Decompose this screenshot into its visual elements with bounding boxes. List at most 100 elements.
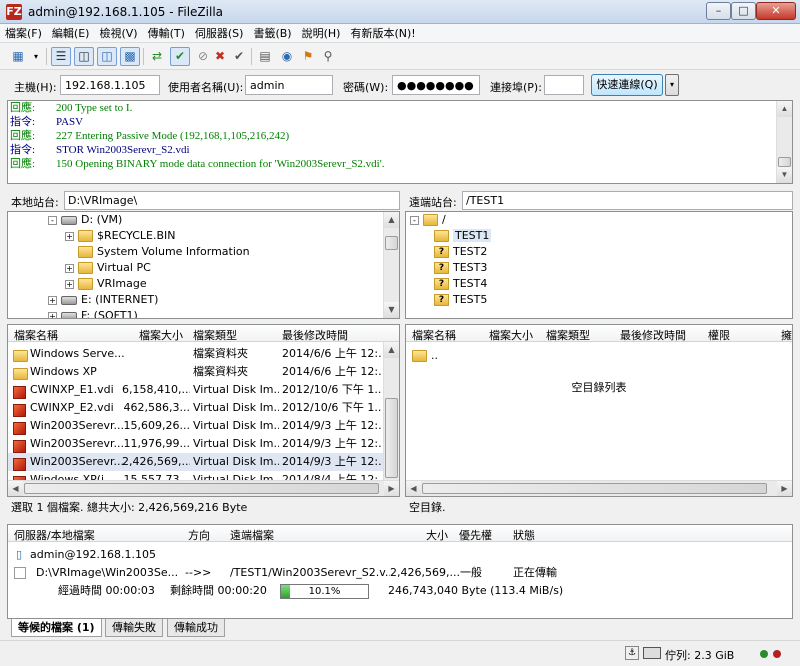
quickconnect-button[interactable]: 快速連線(Q) <box>591 74 663 96</box>
tree-item-test5[interactable]: ? TEST5 <box>434 292 487 308</box>
col-direction[interactable]: 方向 <box>188 527 210 543</box>
tab-queued-files[interactable]: 等候的檔案 (1) <box>11 619 102 637</box>
col-permissions[interactable]: 權限 <box>708 327 730 343</box>
local-file-row[interactable]: CWINXP_E2.vdi 462,586,3... Virtual Disk Im… <box>8 399 383 417</box>
scroll-up-icon[interactable]: ▲ <box>384 212 399 228</box>
scroll-thumb[interactable] <box>385 236 398 250</box>
menu-server[interactable]: 伺服器(S) <box>190 24 249 43</box>
scroll-left-icon[interactable]: ◀ <box>8 481 23 496</box>
col-modified[interactable]: 最後修改時間 <box>282 327 348 343</box>
queue-server-row[interactable]: ▯ admin@192.168.1.105 <box>8 546 792 564</box>
tree-item-e-drive[interactable]: + E: (INTERNET) <box>48 292 158 308</box>
local-file-row[interactable]: Windows XP 檔案資料夾 2014/6/6 上午 12:... <box>8 363 383 381</box>
scroll-down-icon[interactable]: ▼ <box>777 167 792 183</box>
remote-path-input[interactable]: /TEST1 <box>462 191 793 210</box>
local-file-row[interactable]: Win2003Serevr... 2,426,569,... Virtual Dis… <box>8 453 383 471</box>
expand-icon[interactable]: + <box>48 295 57 305</box>
message-log[interactable]: 回應: 200 Type set to I. 指令: PASV 回應: 227 Ent… <box>7 100 793 184</box>
local-file-row[interactable]: CWINXP_E1.vdi 6,158,410,... Virtual Disk I… <box>8 381 383 399</box>
remote-directory-tree[interactable]: - / TEST1 ? TEST2 ? TEST3 ? TEST4 ? TEST5 <box>405 211 793 319</box>
menu-view[interactable]: 檢視(V) <box>94 24 142 43</box>
port-input[interactable] <box>544 75 584 95</box>
local-directory-tree[interactable]: - D: (VM) + $RECYCLE.BIN System Volume Inf… <box>7 211 400 319</box>
tree-item-d-drive[interactable]: - D: (VM) <box>48 212 122 228</box>
tree-item-recycle-bin[interactable]: + $RECYCLE.BIN <box>65 228 175 244</box>
disconnect-icon[interactable]: ✖ <box>210 47 230 66</box>
local-tree-scrollbar[interactable]: ▲ ▼ <box>383 212 399 318</box>
password-input[interactable] <box>392 75 480 95</box>
transfer-queue[interactable]: 伺服器/本地檔案 方向 遠端檔案 大小 優先權 狀態 ▯ admin@192.1… <box>7 524 793 619</box>
col-filesize[interactable]: 檔案大小 <box>489 327 533 343</box>
menu-help[interactable]: 說明(H) <box>297 24 346 43</box>
col-status[interactable]: 狀態 <box>513 527 535 543</box>
host-input[interactable] <box>60 75 160 95</box>
username-input[interactable] <box>245 75 333 95</box>
local-list-scrollbar[interactable]: ▲ <box>383 342 399 480</box>
queue-item-row[interactable]: D:\VRImage\Win2003Se... -->> /TEST1/Win2… <box>8 564 792 582</box>
col-filename[interactable]: 檔案名稱 <box>14 327 58 343</box>
col-owner[interactable]: 擁 <box>781 327 792 343</box>
local-path-input[interactable]: D:\VRImage\ <box>64 191 400 210</box>
sync-browsing-icon[interactable]: ⚑ <box>298 47 318 66</box>
scroll-left-icon[interactable]: ◀ <box>406 481 421 496</box>
minimize-button[interactable]: – <box>706 2 731 20</box>
reconnect-icon[interactable]: ✔ <box>229 47 249 66</box>
menu-new-version[interactable]: 有新版本(N)! <box>345 24 420 43</box>
menu-bookmarks[interactable]: 書籤(B) <box>248 24 296 43</box>
tab-failed-transfers[interactable]: 傳輸失敗 <box>105 619 163 637</box>
col-priority[interactable]: 優先權 <box>459 527 492 543</box>
local-file-row[interactable]: Win2003Serevr... 11,976,99... Virtual Disk… <box>8 435 383 453</box>
local-file-row[interactable]: Windows Serve... 檔案資料夾 2014/6/6 上午 12:... <box>8 345 383 363</box>
expand-icon[interactable]: + <box>65 279 74 289</box>
tree-item-root[interactable]: - / <box>410 212 446 228</box>
directory-compare-icon[interactable]: ▤ <box>255 47 275 66</box>
col-filesize[interactable]: 檔案大小 <box>139 327 183 343</box>
col-modified[interactable]: 最後修改時間 <box>620 327 686 343</box>
tab-successful-transfers[interactable]: 傳輸成功 <box>167 619 225 637</box>
scroll-thumb[interactable] <box>778 157 791 167</box>
tree-item-system-volume[interactable]: System Volume Information <box>78 244 250 260</box>
scroll-up-icon[interactable]: ▲ <box>777 101 792 117</box>
remote-list-hscrollbar[interactable]: ◀ ▶ <box>406 480 792 496</box>
filter-icon[interactable]: ◉ <box>277 47 297 66</box>
scroll-right-icon[interactable]: ▶ <box>777 481 792 496</box>
scroll-right-icon[interactable]: ▶ <box>384 481 399 496</box>
menu-file[interactable]: 檔案(F) <box>0 24 47 43</box>
log-scrollbar[interactable]: ▲ ▼ <box>776 101 792 183</box>
toggle-local-tree-icon[interactable]: ◫ <box>74 47 94 66</box>
local-file-list[interactable]: 檔案名稱 檔案大小 檔案類型 最後修改時間 Windows Serve... 檔案… <box>7 324 400 497</box>
tree-item-test3[interactable]: ? TEST3 <box>434 260 487 276</box>
remote-file-list[interactable]: 檔案名稱 檔案大小 檔案類型 最後修改時間 權限 擁 .. 空目錄列表 ◀ ▶ <box>405 324 793 497</box>
scroll-up-icon[interactable]: ▲ <box>384 342 399 358</box>
tree-item-vrimage[interactable]: + VRImage <box>65 276 147 292</box>
search-icon[interactable]: ⚲ <box>318 47 338 66</box>
toggle-queue-icon[interactable]: ▩ <box>120 47 140 66</box>
expand-icon[interactable]: + <box>65 263 74 273</box>
process-queue-icon[interactable]: ✔ <box>170 47 190 66</box>
scroll-thumb[interactable] <box>24 483 379 494</box>
expand-icon[interactable]: + <box>65 231 74 241</box>
scroll-thumb[interactable] <box>422 483 767 494</box>
tree-item-test2[interactable]: ? TEST2 <box>434 244 487 260</box>
local-list-hscrollbar[interactable]: ◀ ▶ <box>8 480 399 496</box>
close-button[interactable]: ✕ <box>756 2 796 20</box>
menu-edit[interactable]: 編輯(E) <box>47 24 95 43</box>
scroll-down-icon[interactable]: ▼ <box>384 302 399 318</box>
parent-directory-row[interactable]: .. <box>406 347 792 365</box>
local-file-row[interactable]: Win2003Serevr... 15,609,26... Virtual Disk… <box>8 417 383 435</box>
col-remote-file[interactable]: 遠端檔案 <box>230 527 274 543</box>
toggle-log-icon[interactable]: ☰ <box>51 47 71 66</box>
maximize-button[interactable]: □ <box>731 2 756 20</box>
site-manager-dropdown-icon[interactable]: ▾ <box>30 47 42 66</box>
tree-item-f-drive[interactable]: + F: (SOFT1) <box>48 308 138 318</box>
scroll-thumb[interactable] <box>385 398 398 478</box>
col-size[interactable]: 大小 <box>426 527 448 543</box>
quickconnect-history-dropdown[interactable]: ▾ <box>665 74 679 96</box>
col-filename[interactable]: 檔案名稱 <box>412 327 456 343</box>
col-filetype[interactable]: 檔案類型 <box>193 327 237 343</box>
tree-item-virtual-pc[interactable]: + Virtual PC <box>65 260 151 276</box>
expand-icon[interactable]: + <box>48 311 57 318</box>
col-filetype[interactable]: 檔案類型 <box>546 327 590 343</box>
collapse-icon[interactable]: - <box>410 215 419 225</box>
col-server-local[interactable]: 伺服器/本地檔案 <box>14 527 95 543</box>
